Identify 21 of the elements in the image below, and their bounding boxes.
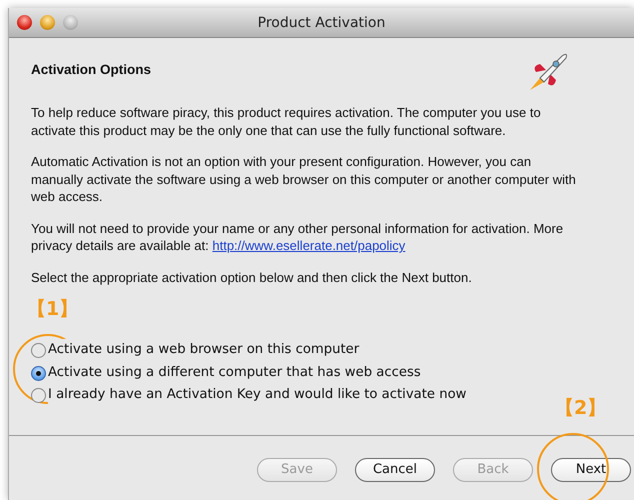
paragraph: Automatic Activation is not an option with your present configuration. However, you can manually activate the software using a web browser on this computer or another computer with web access.: [31, 153, 577, 206]
section-heading: Activation Options: [31, 61, 152, 79]
close-button[interactable]: [17, 15, 32, 30]
option-label[interactable]: Activate using a different computer that has web access: [48, 362, 421, 384]
next-button[interactable]: Next: [551, 458, 631, 482]
policy-link[interactable]: http://www.esellerate.net/papolicy: [212, 238, 406, 254]
paragraph: To help reduce software piracy, this product requires activation. The computer you use to activate this product may be the only one that can use the fully functional software.: [31, 104, 542, 140]
cancel-button[interactable]: Cancel: [355, 458, 435, 482]
annotation-label: 【2】: [555, 399, 606, 418]
zoom-button[interactable]: [63, 15, 78, 30]
option-label[interactable]: I already have an Activation Key and would like to activate now: [48, 384, 466, 407]
annotation-label: 【1】: [27, 300, 80, 320]
paragraph: Select the appropriate activation option below and then click the Next button.: [31, 268, 473, 286]
minimize-button[interactable]: [40, 15, 55, 30]
window-title: Product Activation: [258, 14, 386, 32]
paragraph: You will not need to provide your name or any other personal information for activation. More privacy details are available at: http://www.esellerate.net/papolicy: [31, 220, 564, 255]
radio-button[interactable]: [31, 388, 46, 404]
highlight-circle: [537, 433, 609, 500]
radio-button[interactable]: [31, 366, 46, 381]
option-label[interactable]: Activate using a web browser on this computer: [48, 339, 360, 362]
radio-button[interactable]: [31, 343, 46, 358]
